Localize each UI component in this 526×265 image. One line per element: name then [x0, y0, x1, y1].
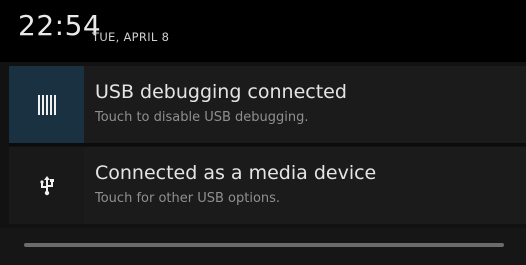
notification-shade: 22:54 TUE, APRIL 8 USB debugging connect… [0, 0, 526, 265]
notification-divider [9, 143, 526, 146]
notification-usb-debugging[interactable]: USB debugging connected Touch to disable… [9, 66, 526, 143]
notification-subtitle: Touch for other USB options. [95, 191, 281, 206]
notification-usb-media[interactable]: Connected as a media device Touch for ot… [9, 147, 526, 224]
status-header: 22:54 TUE, APRIL 8 [0, 0, 526, 62]
usb-trident-icon [39, 175, 54, 195]
notification-title: USB debugging connected [95, 81, 347, 103]
clock-time[interactable]: 22:54 [18, 12, 101, 40]
notification-title: Connected as a media device [95, 162, 377, 184]
shade-drag-handle[interactable] [24, 243, 504, 247]
notification-subtitle: Touch to disable USB debugging. [95, 110, 309, 125]
date-label[interactable]: TUE, APRIL 8 [92, 31, 169, 44]
usb-debug-bars-icon [37, 94, 56, 115]
notification-icon-container [9, 147, 84, 224]
notification-icon-container [9, 66, 84, 143]
